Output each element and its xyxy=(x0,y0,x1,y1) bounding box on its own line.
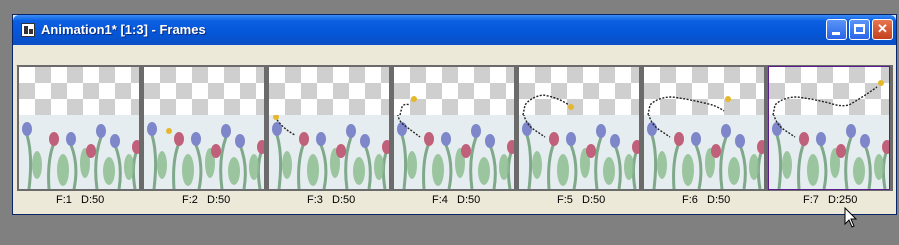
frame-labels: F:1 D:50 F:2 D:50 F:3 D:50 F:4 D:50 F:5 … xyxy=(17,193,893,211)
maximize-icon xyxy=(854,24,865,34)
transparency-checker xyxy=(269,67,389,117)
frame-5[interactable] xyxy=(519,67,639,189)
frame-6-label: F:6 D:50 xyxy=(682,194,731,206)
close-button[interactable]: ✕ xyxy=(872,19,893,40)
frame-4-label: F:4 D:50 xyxy=(432,194,481,206)
transparency-checker xyxy=(144,67,264,117)
close-icon: ✕ xyxy=(877,21,888,36)
frame-2[interactable] xyxy=(144,67,264,189)
tulip-border-image xyxy=(394,115,514,189)
frame-5-label: F:5 D:50 xyxy=(557,194,606,206)
script-text-overlay xyxy=(522,94,574,116)
maximize-button[interactable] xyxy=(849,19,870,40)
tulip-border-image xyxy=(269,115,389,189)
script-text-overlay xyxy=(399,96,417,116)
frame-1[interactable] xyxy=(19,67,139,189)
frame-strip xyxy=(17,65,893,191)
tulip-border-image xyxy=(19,115,139,189)
frame-6[interactable] xyxy=(644,67,764,189)
minimize-icon xyxy=(832,32,840,35)
frame-1-label: F:1 D:50 xyxy=(56,194,105,206)
frame-2-label: F:2 D:50 xyxy=(182,194,231,206)
mouse-cursor-icon xyxy=(844,207,858,228)
tulip-border-image xyxy=(519,115,639,189)
frames-window: Animation1* [1:3] - Frames ✕ F:1 D:50 F:… xyxy=(12,14,897,215)
frame-4[interactable] xyxy=(394,67,514,189)
frames-toolbar xyxy=(16,45,893,66)
tulip-border-image xyxy=(769,115,889,189)
script-text-overlay xyxy=(772,80,884,116)
minimize-button[interactable] xyxy=(826,19,847,40)
star-sparkle xyxy=(166,128,172,134)
frame-7-label: F:7 D:250 xyxy=(803,194,858,206)
window-title: Animation1* [1:3] - Frames xyxy=(41,22,206,37)
frame-7[interactable] xyxy=(768,66,890,190)
animation-shop-icon[interactable] xyxy=(21,23,35,37)
transparency-checker xyxy=(19,67,139,117)
script-text-overlay xyxy=(647,96,731,116)
tulip-border-image xyxy=(144,115,264,189)
tulip-border-image xyxy=(644,115,764,189)
frame-3-label: F:3 D:50 xyxy=(307,194,356,206)
frame-3[interactable] xyxy=(269,67,389,189)
title-bar[interactable]: Animation1* [1:3] - Frames ✕ xyxy=(13,15,896,45)
